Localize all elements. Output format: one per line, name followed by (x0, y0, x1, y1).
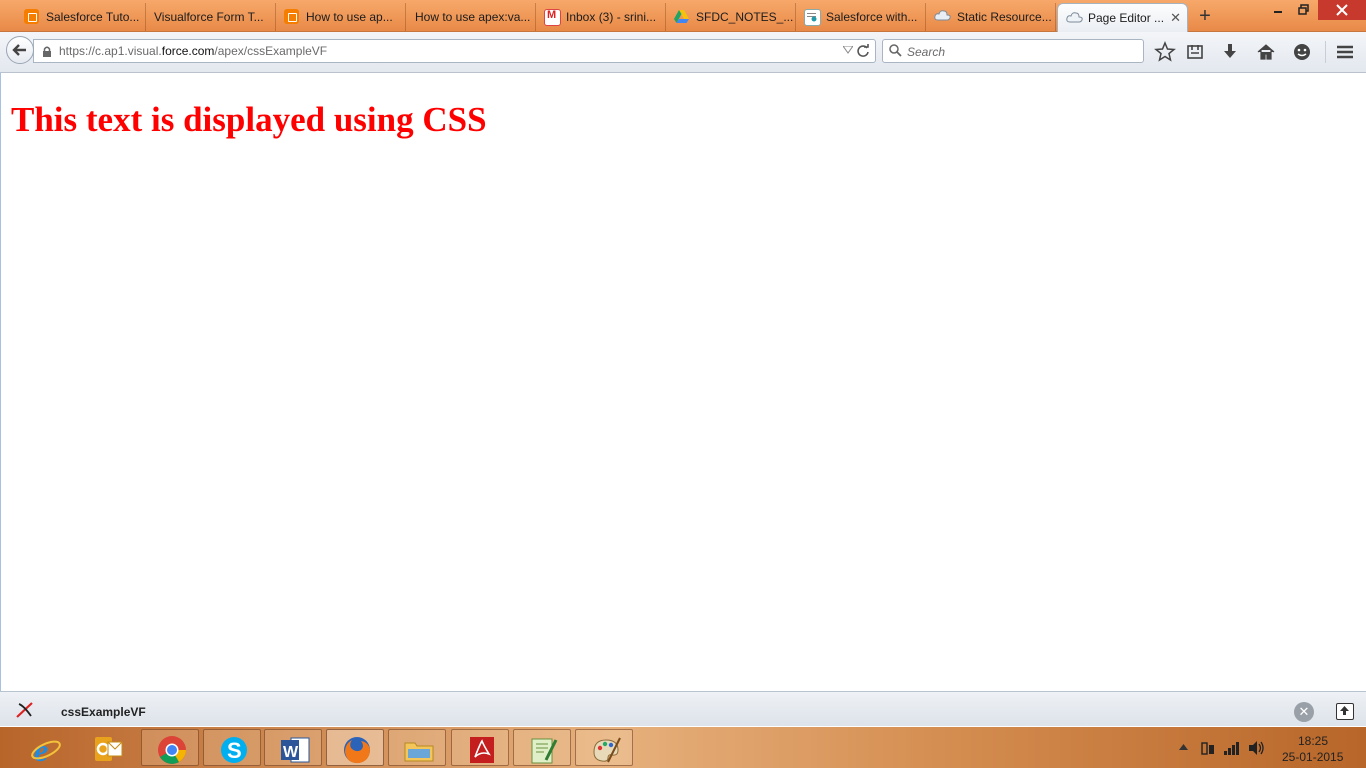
tab-how-to-use-apex[interactable]: How to use ap... (276, 3, 406, 31)
taskbar-chrome[interactable] (141, 729, 199, 766)
download-icon[interactable] (1219, 41, 1241, 63)
tab-label: How to use apex:va... (415, 10, 531, 24)
tab-how-to-use-apex-va[interactable]: How to use apex:va... (406, 3, 536, 31)
new-tab-button[interactable]: + (1194, 4, 1216, 28)
developer-footer: cssExampleVF ✕ (0, 691, 1366, 726)
taskbar-skype[interactable]: S (203, 729, 261, 766)
taskbar-notepad-plus-plus[interactable] (513, 729, 571, 766)
toolbar-separator (1325, 41, 1326, 63)
window-close-button[interactable] (1318, 0, 1366, 20)
close-tab-icon[interactable]: ✕ (1170, 11, 1181, 24)
internet-explorer-icon: e (31, 733, 61, 765)
hamburger-menu-icon[interactable] (1334, 41, 1356, 63)
back-arrow-icon (12, 44, 26, 56)
show-hidden-icons-icon[interactable] (1179, 743, 1188, 751)
url-text[interactable]: https://c.ap1.visual.force.com/apex/cssE… (59, 44, 327, 58)
tab-label: Static Resource... (957, 10, 1052, 24)
page-content: This text is displayed using CSS (0, 73, 1366, 691)
dropdown-arrow-icon[interactable] (843, 46, 853, 54)
close-icon (1336, 4, 1348, 16)
skype-icon: S (221, 737, 247, 763)
tab-label: Salesforce Tuto... (46, 10, 140, 24)
chrome-icon (158, 736, 186, 764)
taskbar-paint[interactable] (575, 729, 633, 766)
hello-chat-icon[interactable] (1291, 41, 1313, 63)
tab-salesforce-with[interactable]: Salesforce with... (796, 3, 926, 31)
lock-icon[interactable] (41, 45, 53, 58)
cloud-icon (934, 9, 951, 24)
vf-page-name-tab[interactable]: cssExampleVF (61, 705, 146, 719)
paint-icon (593, 737, 621, 763)
restore-button[interactable] (1292, 0, 1316, 20)
navigation-toolbar: https://c.ap1.visual.force.com/apex/cssE… (0, 32, 1366, 73)
reload-icon[interactable] (856, 44, 870, 58)
volume-icon[interactable] (1247, 739, 1265, 757)
developer-mode-logo-icon[interactable] (14, 702, 36, 718)
file-explorer-icon (404, 742, 434, 762)
salesforce-page-icon (804, 9, 821, 26)
acrobat-icon (470, 737, 494, 763)
svg-text:S: S (227, 738, 242, 763)
cloud-icon (1066, 11, 1083, 26)
url-prefix: https://c.ap1.visual. (59, 44, 162, 58)
bookmarks-menu-icon[interactable] (1184, 41, 1206, 63)
tab-static-resource[interactable]: Static Resource... (926, 3, 1056, 31)
tab-label: Inbox (3) - srini... (566, 10, 657, 24)
url-domain: force.com (161, 44, 215, 58)
page-heading: This text is displayed using CSS (11, 100, 487, 139)
expand-footer-button[interactable] (1336, 703, 1354, 720)
taskbar-acrobat[interactable] (451, 729, 509, 766)
tab-label: Salesforce with... (826, 10, 918, 24)
restore-icon (1298, 4, 1309, 15)
minimize-button[interactable] (1267, 0, 1289, 20)
tab-gmail-inbox[interactable]: Inbox (3) - srini... (536, 3, 666, 31)
svg-text:W: W (283, 744, 299, 761)
tab-label: SFDC_NOTES_... (696, 10, 794, 24)
tab-strip: Salesforce Tuto... Visualforce Form T...… (0, 0, 1366, 32)
search-icon (889, 44, 902, 57)
clock-time[interactable]: 18:25 (1298, 734, 1328, 748)
word-icon: W (281, 737, 310, 763)
taskbar-internet-explorer[interactable]: e (16, 729, 74, 766)
windows-taskbar: e S W 18:25 25-01-2015 (0, 727, 1366, 768)
search-input[interactable] (905, 42, 1139, 62)
clock-date[interactable]: 25-01-2015 (1282, 750, 1343, 764)
url-path: /apex/cssExampleVF (214, 44, 328, 58)
gmail-icon (544, 9, 561, 26)
expand-icon (1340, 706, 1349, 715)
outlook-icon (95, 737, 123, 761)
url-bar[interactable]: https://c.ap1.visual.force.com/apex/cssE… (33, 39, 876, 63)
tab-salesforce-tutorial[interactable]: Salesforce Tuto... (0, 3, 146, 31)
firefox-icon (344, 737, 370, 764)
taskbar-firefox[interactable] (326, 729, 384, 766)
network-signal-icon[interactable] (1223, 740, 1241, 756)
notepad-plus-plus-icon (531, 738, 558, 764)
blogger-icon (24, 9, 39, 24)
search-bar[interactable] (882, 39, 1144, 63)
tab-label: Page Editor ... (1088, 11, 1165, 25)
close-footer-button[interactable]: ✕ (1294, 702, 1314, 722)
taskbar-word[interactable]: W (264, 729, 322, 766)
home-icon[interactable] (1255, 41, 1277, 63)
google-drive-icon (674, 9, 689, 24)
tab-visualforce-form[interactable]: Visualforce Form T... (146, 3, 276, 31)
blogger-icon (284, 9, 299, 24)
taskbar-outlook[interactable] (78, 729, 136, 766)
taskbar-file-explorer[interactable] (388, 729, 446, 766)
power-sync-icon[interactable] (1200, 740, 1216, 756)
back-button[interactable] (6, 36, 34, 64)
tab-label: How to use ap... (306, 10, 393, 24)
bookmark-star-icon[interactable] (1154, 41, 1176, 63)
tab-sfdc-notes[interactable]: SFDC_NOTES_... (666, 3, 796, 31)
tab-label: Visualforce Form T... (154, 10, 264, 24)
tab-page-editor[interactable]: Page Editor ... ✕ (1057, 3, 1188, 32)
